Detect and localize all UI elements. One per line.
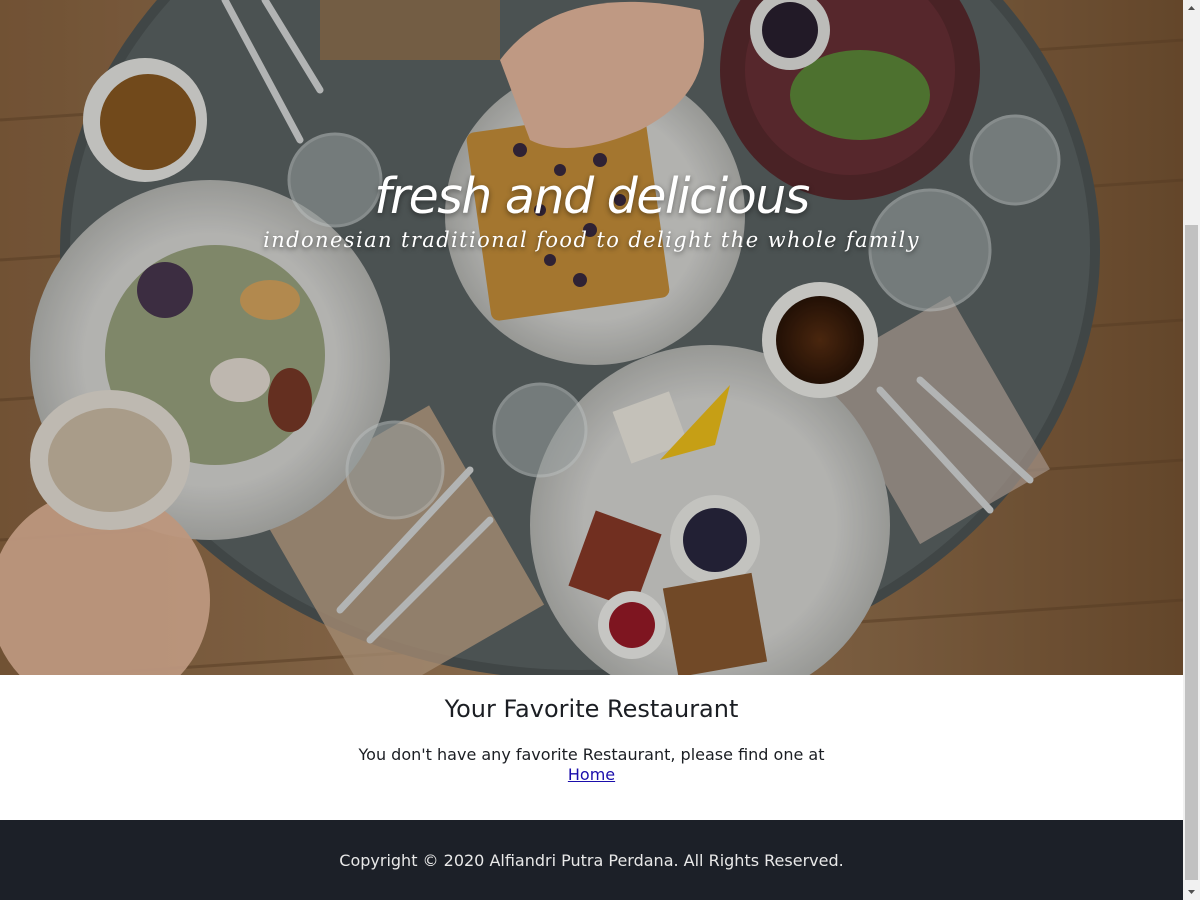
- home-link[interactable]: Home: [568, 765, 615, 785]
- hero-overlay: [0, 0, 1183, 675]
- favorites-section: Your Favorite Restaurant You don't have …: [0, 675, 1183, 820]
- page-footer: Copyright © 2020 Alfiandri Putra Perdana…: [0, 820, 1183, 900]
- scrollbar-thumb[interactable]: [1185, 225, 1198, 880]
- vertical-scrollbar[interactable]: [1183, 0, 1200, 900]
- hero-title: fresh and delicious: [374, 168, 810, 225]
- scroll-down-arrow-icon[interactable]: [1183, 883, 1200, 900]
- scroll-up-arrow-icon[interactable]: [1183, 0, 1200, 17]
- copyright-text: Copyright © 2020 Alfiandri Putra Perdana…: [339, 850, 844, 870]
- hero-banner: fresh and delicious indonesian tradition…: [0, 0, 1183, 675]
- empty-favorites-text: You don't have any favorite Restaurant, …: [358, 745, 825, 764]
- empty-favorites-message: You don't have any favorite Restaurant, …: [0, 745, 1183, 785]
- favorites-heading: Your Favorite Restaurant: [444, 695, 739, 723]
- hero-tagline: indonesian traditional food to delight t…: [263, 228, 920, 252]
